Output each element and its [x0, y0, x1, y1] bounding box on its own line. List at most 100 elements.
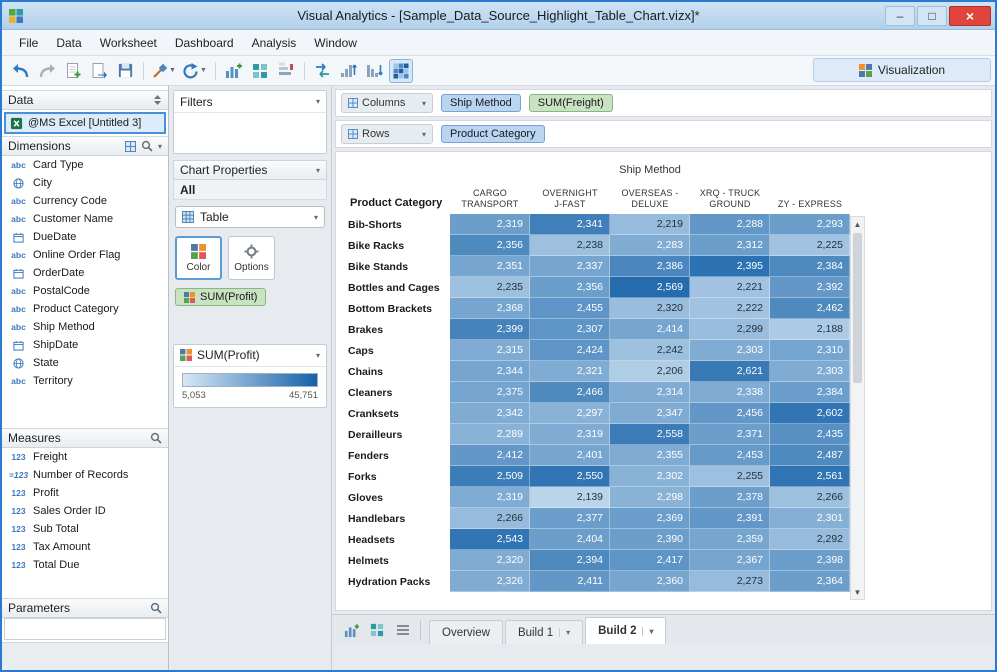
view-data-icon[interactable]: [125, 141, 136, 152]
menu-item-analysis[interactable]: Analysis: [243, 32, 306, 54]
cell-handlebars-overseas-deluxe[interactable]: 2,369: [610, 508, 690, 529]
cell-helmets-zy-express[interactable]: 2,398: [770, 550, 850, 571]
cell-chains-overnight-j-fast[interactable]: 2,321: [530, 361, 610, 382]
dimension-item-city[interactable]: City: [2, 174, 168, 192]
dimension-item-customer-name[interactable]: abcCustomer Name: [2, 210, 168, 228]
row-label-forks[interactable]: Forks: [348, 466, 450, 487]
row-label-cranksets[interactable]: Cranksets: [348, 403, 450, 424]
cell-bottles-and-cages-overseas-deluxe[interactable]: 2,569: [610, 277, 690, 298]
row-label-bottom-brackets[interactable]: Bottom Brackets: [348, 298, 450, 319]
cell-derailleurs-overnight-j-fast[interactable]: 2,319: [530, 424, 610, 445]
cell-derailleurs-zy-express[interactable]: 2,435: [770, 424, 850, 445]
cell-brakes-overseas-deluxe[interactable]: 2,414: [610, 319, 690, 340]
sheet-tab-build-2[interactable]: Build 2▾: [585, 617, 666, 644]
cell-bib-shorts-zy-express[interactable]: 2,293: [770, 214, 850, 235]
cell-caps-zy-express[interactable]: 2,310: [770, 340, 850, 361]
cell-cranksets-xrq-truck-ground[interactable]: 2,456: [690, 403, 770, 424]
cell-cleaners-xrq-truck-ground[interactable]: 2,338: [690, 382, 770, 403]
cell-fenders-xrq-truck-ground[interactable]: 2,453: [690, 445, 770, 466]
duplicate-sheet-button[interactable]: [274, 59, 298, 83]
dimension-item-territory[interactable]: abcTerritory: [2, 372, 168, 390]
swap-axes-button[interactable]: [311, 59, 335, 83]
column-header-overnight-j-fast[interactable]: OVERNIGHT J-FAST: [530, 180, 610, 214]
scroll-up-icon[interactable]: ▲: [854, 217, 862, 231]
measure-item-tax-amount[interactable]: 123Tax Amount: [2, 538, 168, 556]
cell-derailleurs-xrq-truck-ground[interactable]: 2,371: [690, 424, 770, 445]
search-icon[interactable]: [150, 432, 162, 444]
cell-bottom-brackets-xrq-truck-ground[interactable]: 2,222: [690, 298, 770, 319]
row-label-brakes[interactable]: Brakes: [348, 319, 450, 340]
cell-bib-shorts-cargo-transport[interactable]: 2,319: [450, 214, 530, 235]
save-button[interactable]: [113, 59, 137, 83]
menu-item-worksheet[interactable]: Worksheet: [91, 32, 166, 54]
cell-chains-xrq-truck-ground[interactable]: 2,621: [690, 361, 770, 382]
column-header-zy-express[interactable]: ZY - EXPRESS: [770, 180, 850, 214]
add-chart-button[interactable]: [222, 59, 246, 83]
sort-updown-icon[interactable]: [153, 94, 162, 106]
undo-button[interactable]: [9, 59, 33, 83]
cell-bike-stands-cargo-transport[interactable]: 2,351: [450, 256, 530, 277]
dimension-item-orderdate[interactable]: OrderDate: [2, 264, 168, 282]
measure-item-total-due[interactable]: 123Total Due: [2, 556, 168, 574]
menu-item-dashboard[interactable]: Dashboard: [166, 32, 243, 54]
cell-caps-xrq-truck-ground[interactable]: 2,303: [690, 340, 770, 361]
cell-headsets-overnight-j-fast[interactable]: 2,404: [530, 529, 610, 550]
cell-helmets-overnight-j-fast[interactable]: 2,394: [530, 550, 610, 571]
cell-gloves-overseas-deluxe[interactable]: 2,298: [610, 487, 690, 508]
cell-chains-overseas-deluxe[interactable]: 2,206: [610, 361, 690, 382]
row-label-bib-shorts[interactable]: Bib-Shorts: [348, 214, 450, 235]
column-header-overseas-deluxe[interactable]: OVERSEAS - DELUXE: [610, 180, 690, 214]
cell-bike-stands-zy-express[interactable]: 2,384: [770, 256, 850, 277]
vertical-scrollbar[interactable]: ▲ ▼: [850, 216, 865, 600]
cell-bottles-and-cages-xrq-truck-ground[interactable]: 2,221: [690, 277, 770, 298]
format-button[interactable]: ▼: [150, 59, 178, 83]
new-worksheet-tab-button[interactable]: [340, 620, 362, 640]
dimension-item-postalcode[interactable]: abcPostalCode: [2, 282, 168, 300]
menu-item-data[interactable]: Data: [47, 32, 90, 54]
cell-brakes-zy-express[interactable]: 2,188: [770, 319, 850, 340]
sheet-tab-build-1[interactable]: Build 1▾: [505, 620, 583, 644]
cell-bib-shorts-overseas-deluxe[interactable]: 2,219: [610, 214, 690, 235]
search-icon[interactable]: [141, 140, 153, 152]
cell-bike-stands-overnight-j-fast[interactable]: 2,337: [530, 256, 610, 277]
cell-handlebars-overnight-j-fast[interactable]: 2,377: [530, 508, 610, 529]
dimension-item-currency-code[interactable]: abcCurrency Code: [2, 192, 168, 210]
dimension-item-shipdate[interactable]: ShipDate: [2, 336, 168, 354]
cell-gloves-overnight-j-fast[interactable]: 2,139: [530, 487, 610, 508]
chevron-down-icon[interactable]: ▾: [316, 97, 320, 106]
cell-cranksets-overseas-deluxe[interactable]: 2,347: [610, 403, 690, 424]
scrollbar-thumb[interactable]: [853, 233, 862, 383]
visualization-toggle[interactable]: Visualization: [813, 58, 991, 82]
pill-sum-profit[interactable]: SUM(Profit): [175, 288, 266, 306]
cell-caps-overnight-j-fast[interactable]: 2,424: [530, 340, 610, 361]
add-matrix-button[interactable]: [248, 59, 272, 83]
color-button[interactable]: Color: [175, 236, 222, 280]
cell-brakes-overnight-j-fast[interactable]: 2,307: [530, 319, 610, 340]
cell-helmets-cargo-transport[interactable]: 2,320: [450, 550, 530, 571]
cell-handlebars-cargo-transport[interactable]: 2,266: [450, 508, 530, 529]
cell-bike-racks-xrq-truck-ground[interactable]: 2,312: [690, 235, 770, 256]
refresh-button[interactable]: ▼: [180, 59, 209, 83]
column-field-header[interactable]: Ship Method: [450, 160, 850, 180]
minimize-button[interactable]: –: [885, 6, 915, 26]
row-field-header[interactable]: Product Category: [348, 180, 450, 214]
new-worksheet-button[interactable]: [61, 59, 85, 83]
chevron-down-icon[interactable]: ▾: [316, 166, 320, 175]
data-source-item[interactable]: @MS Excel [Untitled 3]: [4, 112, 166, 134]
cell-headsets-xrq-truck-ground[interactable]: 2,359: [690, 529, 770, 550]
cell-bike-racks-cargo-transport[interactable]: 2,356: [450, 235, 530, 256]
cell-cranksets-overnight-j-fast[interactable]: 2,297: [530, 403, 610, 424]
row-label-derailleurs[interactable]: Derailleurs: [348, 424, 450, 445]
cell-caps-overseas-deluxe[interactable]: 2,242: [610, 340, 690, 361]
cell-forks-zy-express[interactable]: 2,561: [770, 466, 850, 487]
chevron-down-icon[interactable]: ▾: [316, 351, 320, 360]
cell-bike-racks-zy-express[interactable]: 2,225: [770, 235, 850, 256]
pill-product-category[interactable]: Product Category: [441, 125, 545, 143]
sheet-sorter-button[interactable]: [392, 620, 414, 640]
search-icon[interactable]: [150, 602, 162, 614]
chevron-down-icon[interactable]: ▾: [158, 142, 162, 151]
measure-item-freight[interactable]: 123Freight: [2, 448, 168, 466]
row-label-bike-stands[interactable]: Bike Stands: [348, 256, 450, 277]
cell-helmets-overseas-deluxe[interactable]: 2,417: [610, 550, 690, 571]
cell-gloves-zy-express[interactable]: 2,266: [770, 487, 850, 508]
